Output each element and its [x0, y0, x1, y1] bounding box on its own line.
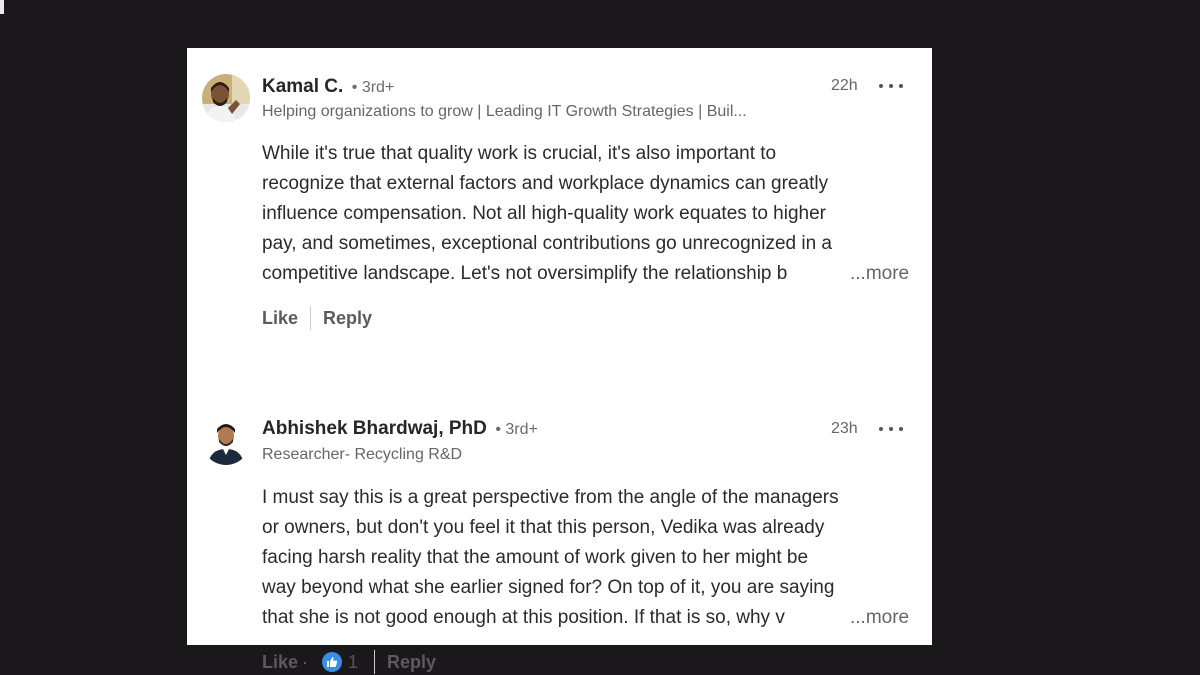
comment-line: While it's true that quality work is cru…: [262, 143, 777, 164]
reaction-separator: ·: [302, 651, 309, 672]
author-headline: Helping organizations to grow | Leading …: [262, 103, 747, 120]
comment-line: pay, and sometimes, exceptional contribu…: [262, 233, 832, 254]
comments-panel: Kamal C. • 3rd+ Helping organizations to…: [187, 48, 932, 674]
avatar-photo-icon[interactable]: [202, 417, 250, 465]
connection-degree: • 3rd+: [495, 421, 538, 438]
comment-text: I must say this is a great perspective f…: [262, 483, 922, 633]
reaction-count[interactable]: 1: [348, 652, 358, 673]
comment-actions: Like Reply: [262, 306, 372, 330]
comment-item: Kamal C. • 3rd+ Helping organizations to…: [187, 48, 932, 344]
like-button[interactable]: Like: [262, 308, 298, 329]
comment-timestamp: 22h: [831, 77, 858, 94]
reply-button[interactable]: Reply: [387, 652, 436, 673]
author-name[interactable]: Abhishek Bhardwaj, PhD: [262, 418, 487, 439]
connection-degree: • 3rd+: [351, 79, 395, 96]
comment-line: way beyond what she earlier signed for? …: [262, 577, 835, 598]
ellipsis-icon[interactable]: [879, 80, 903, 92]
divider: [374, 650, 376, 674]
thumbs-up-icon[interactable]: [322, 652, 343, 672]
see-more-link[interactable]: ...more: [850, 603, 909, 633]
comment-line: I must say this is a great perspective f…: [262, 487, 839, 508]
comment-item: Abhishek Bhardwaj, PhD • 3rd+ Researcher…: [187, 344, 932, 674]
divider: [310, 306, 312, 330]
comment-line: that she is not good enough at this posi…: [262, 607, 785, 628]
author-headline: Researcher- Recycling R&D: [262, 446, 463, 463]
comment-line: recognize that external factors and work…: [262, 173, 829, 194]
see-more-link[interactable]: ...more: [850, 259, 909, 289]
comment-line: facing harsh reality that the amount of …: [262, 547, 809, 568]
comment-line: or owners, but don't you feel it that th…: [262, 517, 825, 538]
window-corner-mark: [0, 0, 4, 14]
comment-line: competitive landscape. Let's not oversim…: [262, 263, 788, 284]
comment-actions: Like · 1 Reply: [262, 650, 436, 674]
author-line: Kamal C. • 3rd+: [262, 76, 394, 98]
comment-text: While it's true that quality work is cru…: [262, 139, 922, 289]
author-line: Abhishek Bhardwaj, PhD • 3rd+: [262, 418, 538, 440]
author-name[interactable]: Kamal C.: [262, 76, 343, 97]
avatar-photo-icon[interactable]: [202, 74, 250, 122]
reply-button[interactable]: Reply: [323, 308, 372, 329]
comment-line: influence compensation. Not all high-qua…: [262, 203, 826, 224]
like-button[interactable]: Like: [262, 652, 298, 673]
comment-timestamp: 23h: [831, 420, 858, 437]
ellipsis-icon[interactable]: [879, 423, 903, 435]
